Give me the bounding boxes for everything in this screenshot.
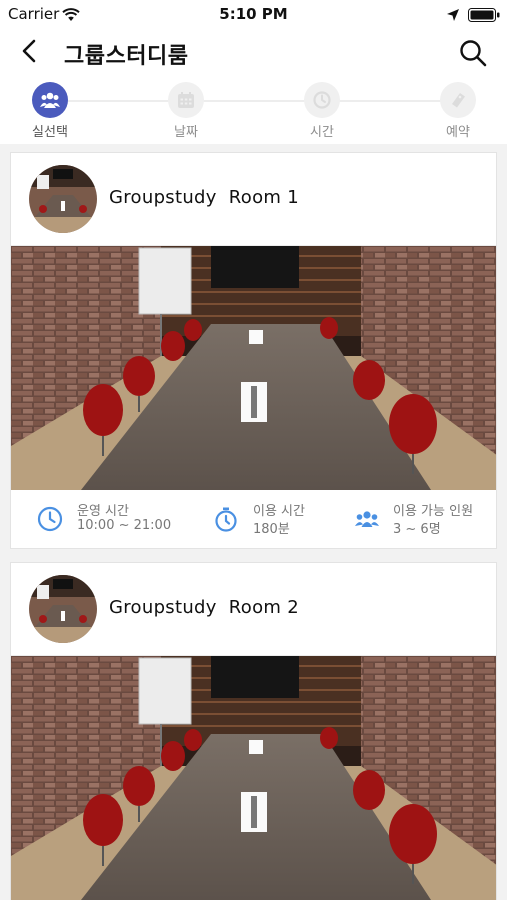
room-thumbnail bbox=[29, 575, 97, 643]
info-label: 이용 가능 인원 bbox=[393, 504, 474, 519]
back-button[interactable] bbox=[18, 38, 42, 68]
battery-icon bbox=[468, 7, 500, 26]
status-time: 5:10 PM bbox=[219, 5, 288, 23]
info-value: 3 ~ 6명 bbox=[393, 522, 441, 537]
room-photo bbox=[11, 656, 496, 900]
info-label: 이용 시간 bbox=[253, 504, 305, 519]
location-arrow-icon bbox=[446, 7, 460, 26]
step-label: 예약 bbox=[446, 125, 470, 140]
search-button[interactable] bbox=[458, 38, 488, 72]
info-value: 10:00 ~ 21:00 bbox=[77, 518, 172, 533]
step-reserve[interactable]: 예약 bbox=[418, 82, 498, 140]
clock-icon bbox=[304, 82, 340, 118]
room-info-bar: 운영 시간 10:00 ~ 21:00 이용 시간 180분 이용 가능 인원 … bbox=[11, 490, 496, 548]
room-thumbnail bbox=[29, 165, 97, 233]
room-card-header: Groupstudy Room 2 bbox=[11, 563, 496, 656]
ticket-icon bbox=[440, 82, 476, 118]
room-name: Groupstudy Room 2 bbox=[109, 597, 299, 618]
step-label: 날짜 bbox=[174, 125, 198, 140]
room-photo bbox=[11, 246, 496, 490]
calendar-icon bbox=[168, 82, 204, 118]
step-label: 시간 bbox=[310, 125, 334, 140]
info-value: 180분 bbox=[253, 522, 290, 537]
step-room-select[interactable]: 실선택 bbox=[10, 82, 90, 140]
nav-header: 그룹스터디룸 bbox=[0, 28, 507, 76]
status-bar: Carrier 5:10 PM bbox=[0, 0, 507, 28]
group-icon bbox=[32, 82, 68, 118]
step-label: 실선택 bbox=[32, 125, 68, 140]
step-time[interactable]: 시간 bbox=[282, 82, 362, 140]
room-card-header: Groupstudy Room 1 bbox=[11, 153, 496, 246]
stepper-line bbox=[50, 100, 457, 102]
room-card[interactable]: Groupstudy Room 1 운영 시간 10:00 ~ 21:00 이용… bbox=[10, 152, 497, 549]
room-name: Groupstudy Room 1 bbox=[109, 187, 299, 208]
page-title: 그룹스터디룸 bbox=[64, 44, 189, 69]
room-card[interactable]: Groupstudy Room 2 bbox=[10, 562, 497, 900]
info-label: 운영 시간 bbox=[77, 504, 129, 519]
step-date[interactable]: 날짜 bbox=[146, 82, 226, 140]
booking-stepper: 실선택 날짜 시간 예약 bbox=[0, 76, 507, 144]
